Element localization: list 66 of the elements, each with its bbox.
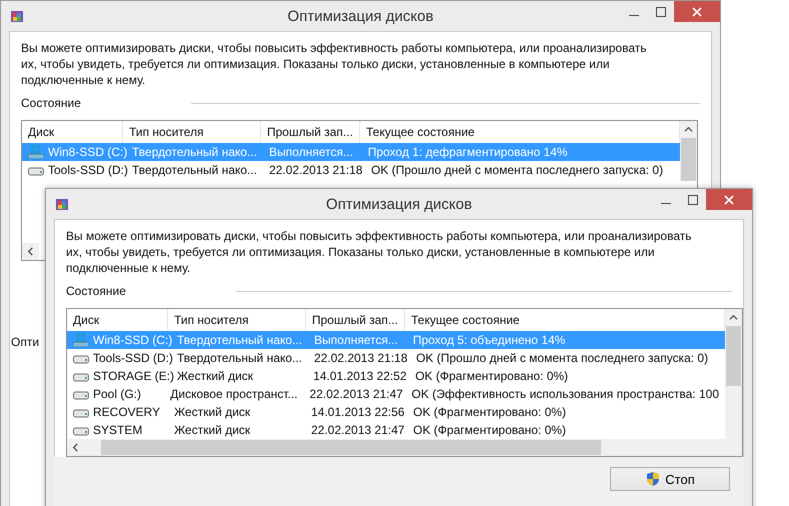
description-text: Вы можете оптимизировать диски, чтобы повысить эффективность работы компьютера, или проанализировать их, чтобы увидеть, требуется ли оптимизация. Показаны только диски, установленные в компьютере или подключенные к нему. (66, 228, 692, 276)
windows-drive-icon (28, 145, 44, 159)
window-title: Оптимизация дисков (288, 8, 434, 25)
disk-name: Pool (G:) (92, 387, 142, 401)
scroll-left-icon (26, 247, 35, 256)
maximize-icon (688, 194, 698, 204)
windows-drive-icon (73, 333, 89, 347)
disk-name: RECOVERY (92, 405, 162, 419)
window-title: Оптимизация дисков (326, 196, 472, 213)
media-type: Жесткий диск (173, 405, 252, 419)
shield-icon (645, 471, 662, 487)
disk-name: STORAGE (E:) (92, 369, 171, 383)
vertical-scrollbar[interactable] (680, 121, 697, 181)
disk-row[interactable]: Tools-SSD (D:) Твердотельный нако... 22.02.2013 21:18 OK (Прошло дней с момента последнего запуска: 0) (67, 349, 725, 367)
media-type: Твердотельный нако... (131, 163, 258, 177)
last-run: Выполняется... (268, 145, 354, 159)
disk-name: Win8-SSD (C:) (92, 333, 171, 347)
last-run: Выполняется... (313, 333, 399, 347)
last-run: 14.01.2013 22:56 (310, 405, 406, 419)
last-run: 22.02.2013 21:18 (313, 351, 408, 365)
close-icon (692, 6, 702, 16)
current-status: OK (Прошло дней с момента последнего запуска: 0) (415, 351, 710, 365)
current-status: Проход 5: объединено 14% (412, 333, 566, 347)
disk-name: SYSTEM (92, 423, 144, 437)
scroll-left-icon[interactable] (71, 443, 80, 452)
media-type: Твердотельный нако... (176, 333, 304, 347)
close-icon (724, 194, 734, 204)
close-button[interactable] (674, 1, 720, 22)
media-type: Дисковое пространст... (169, 387, 299, 401)
media-type: Жесткий диск (173, 423, 252, 437)
current-status: OK (Прошло дней с момента последнего запуска: 0) (370, 163, 664, 177)
last-run: 22.02.2013 21:47 (310, 423, 406, 437)
disk-row[interactable]: Pool (G:) Дисковое пространст... 22.02.2013 21:47 OK (Эффективность использования пространства: 100 (67, 385, 725, 403)
media-type: Твердотельный нако... (176, 351, 304, 365)
minimize-icon (660, 202, 670, 204)
disk-row[interactable]: SYSTEM Жесткий диск 22.02.2013 21:47 OK (Фрагментировано: 0%) (67, 421, 725, 439)
vertical-scrollbar[interactable] (725, 309, 742, 439)
section-label: Состояние (66, 284, 126, 298)
description-text: Вы можете оптимизировать диски, чтобы повысить эффективность работы компьютера, или проанализировать их, чтобы увидеть, требуется ли оптимизация. Показаны только диски, установленные в компьютере или подключенные к нему. (21, 40, 648, 88)
close-button[interactable] (706, 189, 752, 210)
current-status: Проход 1: дефрагментировано 14% (366, 145, 569, 159)
current-status: OK (Эффективность использования пространства: 100 (410, 387, 720, 401)
section-label: Опти (11, 335, 40, 349)
last-run: 22.02.2013 21:18 (268, 163, 364, 177)
stop-button[interactable]: Стоп (610, 467, 730, 491)
scroll-left-button[interactable] (22, 243, 39, 260)
maximize-icon (656, 6, 666, 16)
media-type: Твердотельный нако... (131, 145, 258, 159)
current-status: OK (Фрагментировано: 0%) (412, 405, 567, 419)
disk-row[interactable]: RECOVERY Жесткий диск 14.01.2013 22:56 OK (Фрагментировано: 0%) (67, 403, 725, 421)
disk-row[interactable]: Tools-SSD (D:) Твердотельный нако... 22.02.2013 21:18 OK (Прошло дней с момента последнего запуска: 0) (22, 161, 680, 179)
section-label: Состояние (21, 96, 81, 110)
scroll-up-icon[interactable] (729, 313, 738, 322)
app-icon (9, 8, 25, 24)
minimize-icon (628, 14, 638, 16)
disk-name: Win8-SSD (C:) (47, 145, 126, 159)
scroll-up-icon[interactable] (684, 125, 693, 134)
disk-name: Tools-SSD (D:) (47, 163, 126, 177)
last-run: 22.02.2013 21:47 (308, 387, 404, 401)
app-icon (54, 196, 70, 212)
last-run: 14.01.2013 22:52 (312, 369, 408, 383)
disk-name: Tools-SSD (D:) (92, 351, 171, 365)
horizontal-scrollbar[interactable] (67, 439, 742, 456)
disk-row[interactable]: STORAGE (E:) Жесткий диск 14.01.2013 22:52 OK (Фрагментировано: 0%) (67, 367, 725, 385)
current-status: OK (Фрагментировано: 0%) (414, 369, 570, 383)
current-status: OK (Фрагментировано: 0%) (412, 423, 567, 437)
